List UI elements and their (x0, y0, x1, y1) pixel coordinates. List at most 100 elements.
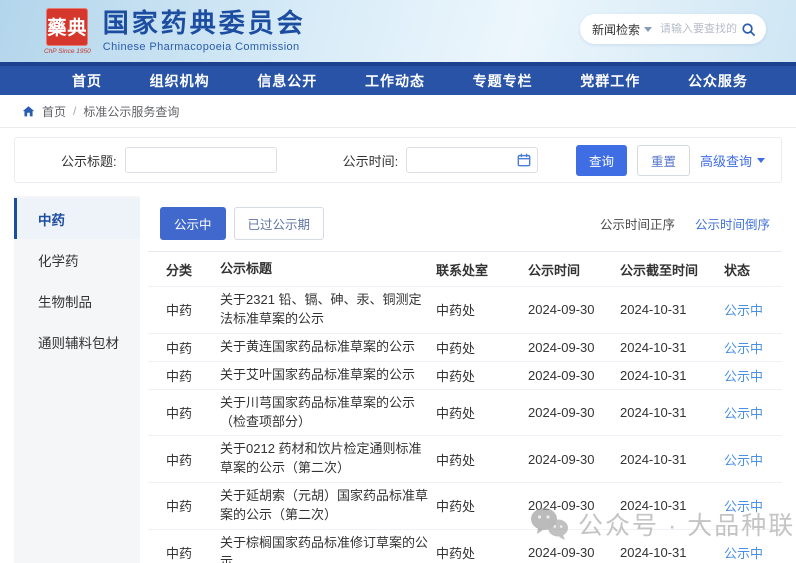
page: 藥典 ChP Since 1950 国家药典委员会 Chinese Pharma… (0, 0, 796, 563)
filter-title-label: 公示标题: (61, 153, 117, 169)
table-row: 中药 关于棕榈国家药品标准修订草案的公示 中药处 2024-09-30 2024-10-… (148, 528, 782, 563)
tab-in-publicity[interactable]: 公示中 (160, 207, 226, 240)
row-status-link[interactable]: 公示中 (724, 406, 763, 421)
logo-caption: ChP Since 1950 (44, 47, 91, 55)
results-panel: 公示中 已过公示期 公示时间正序 公示时间倒序 分类 公示标题 联系处室 公示时间 公示… (148, 196, 782, 563)
row-category: 中药 (166, 303, 193, 319)
category-sidebar: 中药 化学药 生物制品 通则辅料包材 (14, 196, 140, 563)
news-search-bar: 新闻检索 (580, 14, 766, 44)
row-status-cell: 公示中 (724, 366, 782, 385)
row-title-link[interactable]: 关于艾叶国家药品标准草案的公示 (220, 366, 436, 385)
row-dept: 中药处 (436, 368, 476, 384)
row-title-link[interactable]: 关于川芎国家药品标准草案的公示（检查项部分） (220, 394, 436, 432)
calendar-icon[interactable] (517, 153, 531, 167)
pharmacopoeia-seal-icon: 藥典 (46, 7, 89, 46)
sort-time-desc-link[interactable]: 公示时间倒序 (695, 214, 770, 233)
row-publish-date: 2024-09-30 (528, 545, 595, 561)
row-publish-date: 2024-09-30 (528, 498, 595, 514)
filter-bar: 公示标题: 公示时间: 查询 重置 高级查询 (14, 137, 782, 183)
table-header: 分类 公示标题 联系处室 公示时间 公示截至时间 状态 (148, 251, 782, 286)
row-dept: 中药处 (436, 546, 476, 562)
row-title-link[interactable]: 关于2321 铅、镉、砷、汞、铜测定法标准草案的公示 (220, 291, 436, 329)
advanced-query-label: 高级查询 (699, 153, 752, 169)
home-icon (22, 105, 35, 116)
chevron-down-icon (757, 157, 765, 163)
sort-time-asc-link[interactable]: 公示时间正序 (600, 214, 675, 233)
row-status-link[interactable]: 公示中 (724, 453, 763, 468)
filter-title-input[interactable] (124, 147, 277, 173)
row-end-date: 2024-10-31 (620, 451, 687, 467)
reset-button[interactable]: 重置 (636, 144, 690, 176)
row-status-cell: 公示中 (724, 543, 782, 562)
breadcrumb-current: 标准公示服务查询 (83, 104, 180, 119)
tab-expired-publicity[interactable]: 已过公示期 (233, 207, 325, 240)
sidebar-item-biological[interactable]: 生物制品 (14, 280, 140, 321)
row-dept: 中药处 (436, 406, 476, 422)
sidebar-item-tcm[interactable]: 中药 (14, 198, 140, 239)
table-row: 中药 关于延胡索（元胡）国家药品标准草案的公示（第二次） 中药处 2024-09-30… (148, 482, 782, 529)
column-header: 状态 (724, 263, 751, 278)
row-publish-date: 2024-09-30 (528, 451, 595, 467)
row-dept: 中药处 (436, 340, 476, 356)
row-status-link[interactable]: 公示中 (724, 546, 763, 561)
row-publish-date: 2024-09-30 (528, 367, 595, 383)
row-category: 中药 (166, 452, 193, 468)
row-status-cell: 公示中 (724, 496, 782, 515)
filter-time-label: 公示时间: (342, 153, 399, 169)
nav-item-home[interactable]: 首页 (72, 71, 102, 91)
row-title-link[interactable]: 关于0212 药材和饮片检定通则标准草案的公示（第二次） (220, 440, 436, 478)
nav-item-special-columns[interactable]: 专题专栏 (473, 71, 533, 91)
row-title-link[interactable]: 关于延胡索（元胡）国家药品标准草案的公示（第二次） (220, 487, 436, 525)
content-area: 中药 化学药 生物制品 通则辅料包材 公示中 已过公示期 公示时间正序 公示时间倒序 … (14, 196, 782, 563)
column-header: 公示时间 (528, 263, 581, 278)
tab-row: 公示中 已过公示期 公示时间正序 公示时间倒序 (148, 196, 782, 251)
row-status-cell: 公示中 (724, 300, 782, 319)
row-status-link[interactable]: 公示中 (724, 369, 763, 384)
row-status-link[interactable]: 公示中 (724, 341, 763, 356)
breadcrumb: 首页 / 标准公示服务查询 (0, 95, 796, 128)
site-header: 藥典 ChP Since 1950 国家药典委员会 Chinese Pharma… (0, 0, 796, 62)
nav-item-information[interactable]: 信息公开 (257, 71, 317, 91)
table-row: 中药 关于艾叶国家药品标准草案的公示 中药处 2024-09-30 2024-10-31… (148, 360, 782, 389)
sidebar-item-general-excipients[interactable]: 通则辅料包材 (14, 321, 140, 362)
search-category-select[interactable]: 新闻检索 (592, 21, 653, 38)
row-category: 中药 (166, 340, 193, 356)
row-end-date: 2024-10-31 (620, 339, 687, 355)
sidebar-item-chemical[interactable]: 化学药 (14, 239, 140, 280)
nav-item-organization[interactable]: 组织机构 (150, 71, 210, 91)
column-header: 公示截至时间 (620, 263, 699, 278)
advanced-query-link[interactable]: 高级查询 (700, 151, 765, 170)
site-title: 国家药典委员会 (102, 8, 306, 39)
search-icon (742, 22, 755, 36)
breadcrumb-home[interactable]: 首页 (42, 103, 66, 120)
search-button[interactable] (737, 22, 756, 37)
breadcrumb-separator: / (73, 104, 77, 118)
query-button[interactable]: 查询 (575, 144, 627, 176)
row-publish-date: 2024-09-30 (528, 302, 595, 318)
search-input[interactable] (660, 23, 737, 35)
main-nav: 首页 组织机构 信息公开 工作动态 专题专栏 党群工作 公众服务 (0, 62, 796, 95)
row-title-link[interactable]: 关于黄连国家药品标准草案的公示 (220, 338, 436, 357)
row-end-date: 2024-10-31 (620, 498, 687, 514)
nav-item-public-service[interactable]: 公众服务 (688, 71, 748, 91)
column-header: 分类 (166, 263, 193, 278)
row-status-cell: 公示中 (724, 450, 782, 469)
nav-item-party-work[interactable]: 党群工作 (580, 71, 640, 91)
row-category: 中药 (166, 368, 193, 384)
row-status-link[interactable]: 公示中 (724, 303, 763, 318)
row-status-link[interactable]: 公示中 (724, 499, 763, 514)
row-dept: 中药处 (436, 499, 476, 515)
row-publish-date: 2024-09-30 (528, 339, 595, 355)
row-end-date: 2024-10-31 (620, 405, 687, 421)
column-header: 公示标题 (220, 261, 273, 277)
row-category: 中药 (166, 406, 193, 422)
row-dept: 中药处 (436, 452, 476, 468)
row-end-date: 2024-10-31 (620, 545, 687, 561)
table-row: 中药 关于0212 药材和饮片检定通则标准草案的公示（第二次） 中药处 2024-09… (148, 435, 782, 482)
table-row: 中药 关于2321 铅、镉、砷、汞、铜测定法标准草案的公示 中药处 2024-09-3… (148, 286, 782, 333)
search-category-label: 新闻检索 (592, 22, 641, 37)
row-title-link[interactable]: 关于棕榈国家药品标准修订草案的公示 (220, 534, 436, 563)
table-row: 中药 关于黄连国家药品标准草案的公示 中药处 2024-09-30 2024-10-31… (148, 332, 782, 361)
row-status-cell: 公示中 (724, 338, 782, 357)
nav-item-work-news[interactable]: 工作动态 (365, 71, 425, 91)
